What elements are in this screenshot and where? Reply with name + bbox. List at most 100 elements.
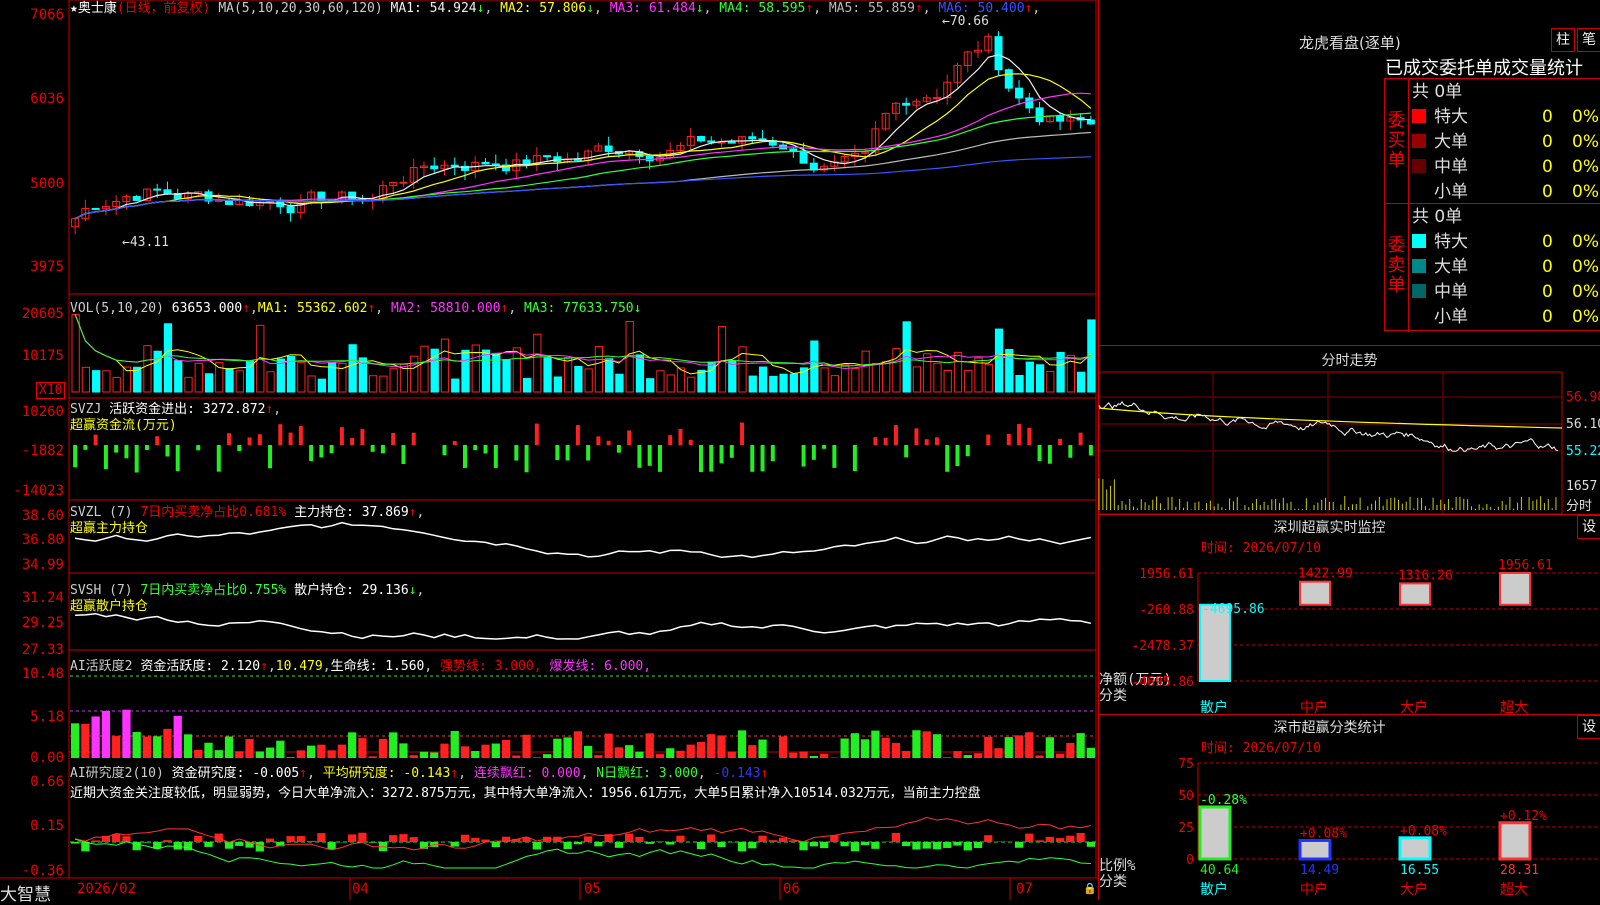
vol-bar [267,372,274,392]
activity-bar [1056,754,1064,758]
intraday-tick: 56.98 [1566,390,1600,405]
vol-bar [236,371,243,392]
sell-side-label: 委卖单 [1385,204,1409,332]
activity-bar [933,734,941,758]
activity-bar [153,736,161,758]
research-bar [1066,836,1074,842]
candle [544,156,551,157]
research-bar [256,842,264,851]
research-bar [892,833,900,842]
vol-bar [954,352,961,392]
research-bar [646,842,654,844]
activity-bar [717,735,725,758]
activity-bar [923,731,931,758]
activity-bar [307,746,315,758]
vol-bar [657,371,664,392]
research-bar [410,837,418,842]
monitor-cat-label: 分类 [1099,685,1127,705]
color-swatch [1412,159,1426,173]
order-row: 中单00% [1412,280,1600,305]
vol-bar [1016,375,1023,392]
research-bar [1046,837,1054,842]
research-bar [697,842,705,849]
activity-bar [430,753,438,758]
activity-bar [389,732,397,758]
activity-bar [646,733,654,758]
activity-bar [522,735,530,758]
tab-bar[interactable]: 柱 [1551,28,1575,52]
vol-bar [544,358,551,392]
vol-bar [944,371,951,392]
flow-bar [124,445,128,458]
vol-bar [175,361,182,392]
candle [482,162,489,163]
flow-bar [740,423,744,445]
svsh-sub: 超赢散户持仓 [70,599,148,615]
research-bar [461,835,469,842]
date-tick: 05 [584,881,601,897]
activity-bar [1035,755,1043,758]
candle [1087,120,1094,124]
research-bar [235,842,243,846]
candle [1057,116,1064,121]
research-bar [492,842,500,847]
chart-area[interactable]: ★奥士康(日线，前复权) MA(5,10,20,30,60,120) MA1: … [0,0,1098,900]
main-chart-svg[interactable] [0,0,1098,900]
price-tick: 7066 [0,7,64,23]
flow-bar [596,436,600,445]
star-icon: ★ [70,1,78,16]
order-total: 共 0单 [1412,205,1600,230]
activity-bar [912,730,920,758]
flow-bar [165,445,169,457]
flow-bar [750,445,754,472]
vol-bar [780,374,787,392]
activity-bar [851,733,859,758]
ma-value: MA4: 58.595 [719,1,805,16]
candle [164,190,171,194]
activity-bar [758,740,766,758]
svzl-header: SVZL (7) 7日内买卖净占比0.681% 主力持仓: 37.869↑, [70,505,424,521]
research-bar [943,842,951,848]
lock-icon[interactable]: 🔒 [1083,882,1097,895]
research-bar [625,834,633,842]
monitor-panel: 深圳超赢实时监控 设 时间: 2026/07/10 净额(万元) 分类 [1098,514,1600,714]
activity-bar [256,751,264,758]
vol-bar [482,350,489,392]
flow-bar [258,434,262,445]
activity-bar [892,743,900,758]
research-bar [122,836,130,842]
flow-bar [104,445,108,469]
intraday-tick: 55.22 [1566,444,1600,459]
flow-bar [248,437,252,445]
flow-bar [1038,445,1042,461]
activity-bar [779,736,787,758]
tab-tick[interactable]: 笔 [1577,28,1600,52]
flow-bar [217,445,221,472]
flow-bar [268,445,272,468]
intraday-panel[interactable]: 分时走势 56.98 56.10 55.22 1657 分时 [1098,345,1600,515]
ai2-tick: 0.66 [0,774,64,790]
research-bar [81,842,89,851]
activity-bar [512,755,520,758]
research-bar [471,838,479,842]
order-row: 小单00% [1412,305,1600,330]
svsh-header: SVSH (7) 7日内买卖净占比0.755% 散户持仓: 29.136↓, [70,583,424,599]
vol-bar [349,345,356,392]
svsh-tick: 31.24 [0,590,64,606]
monitor-settings-button[interactable]: 设 [1577,515,1600,539]
research-bar [328,842,336,850]
activity-bar [358,738,366,758]
stats-settings-button[interactable]: 设 [1577,715,1600,739]
flow-bar [535,424,539,445]
flow-bar [709,445,713,472]
flow-bar [381,445,385,453]
flow-bar [914,428,918,445]
ai1-header: AI活跃度2 资金活跃度: 2.120↑,10.479,生命线: 1.560, … [70,659,651,675]
vol-bar [411,356,418,392]
research-bar [656,841,664,842]
activity-bar [974,753,982,758]
activity-bar [245,739,253,758]
vol-unit-badge[interactable]: X10 [36,382,65,399]
color-swatch [1412,259,1426,273]
flow-bar [1089,445,1093,455]
